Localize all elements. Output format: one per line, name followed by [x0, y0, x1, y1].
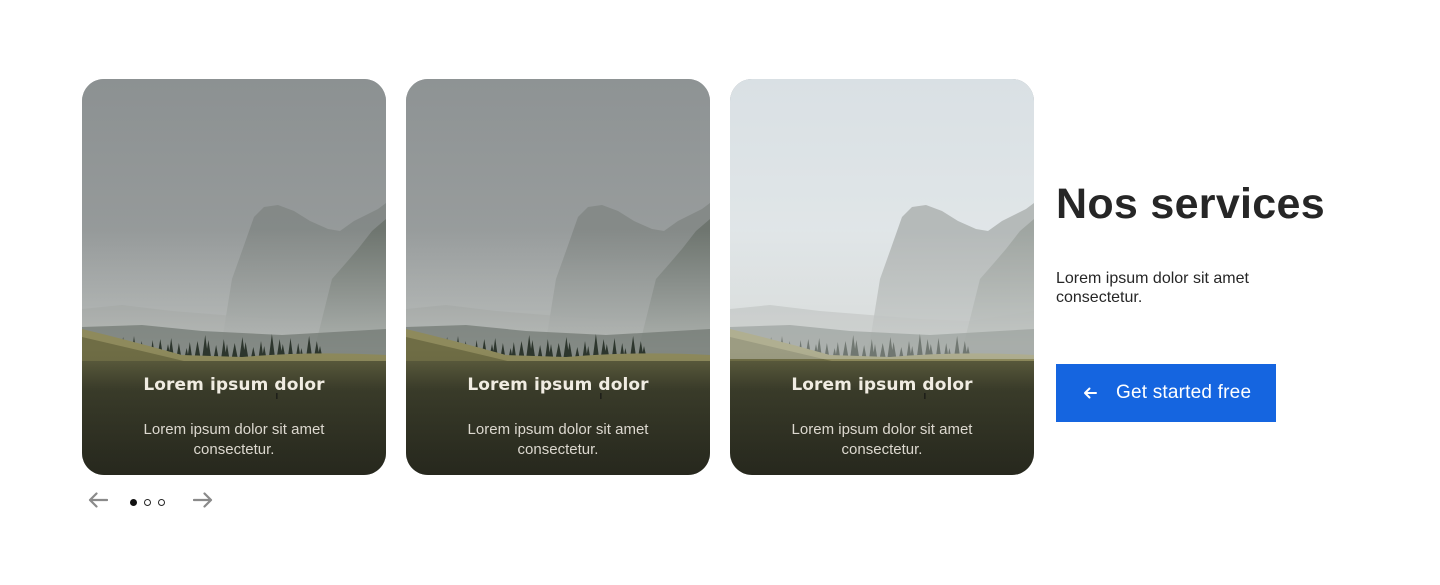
section-description: Lorem ipsum dolor sit amet consectetur.: [1056, 270, 1249, 306]
pagination-dot[interactable]: [144, 498, 151, 506]
carousel-next-button[interactable]: [191, 490, 215, 514]
service-card[interactable]: Lorem ipsum dolor Lorem ipsum dolor sit …: [406, 79, 710, 475]
arrow-left-icon: [1082, 385, 1098, 401]
pagination-dot[interactable]: [130, 498, 137, 506]
section-heading: Nos services: [1056, 180, 1325, 228]
card-overlay: [730, 79, 1034, 475]
card-description: Lorem ipsum dolor sit amet consectetur.: [143, 421, 325, 458]
carousel-controls: [86, 490, 215, 514]
service-card[interactable]: Lorem ipsum dolor Lorem ipsum dolor sit …: [730, 79, 1034, 475]
card-title: Lorem ipsum dolor: [467, 375, 649, 395]
arrow-left-icon: [88, 491, 109, 513]
carousel-prev-button[interactable]: [86, 490, 110, 514]
services-carousel: Lorem ipsum dolor Lorem ipsum dolor sit …: [82, 79, 1034, 475]
pagination-dot[interactable]: [158, 498, 165, 506]
service-card[interactable]: Lorem ipsum dolor Lorem ipsum dolor sit …: [82, 79, 386, 475]
get-started-button[interactable]: Get started free: [1056, 364, 1276, 422]
card-overlay: [82, 79, 386, 475]
card-title: Lorem ipsum dolor: [791, 375, 973, 395]
card-description: Lorem ipsum dolor sit amet consectetur.: [467, 421, 649, 458]
arrow-right-icon: [192, 491, 213, 513]
carousel-pagination: [130, 498, 165, 506]
get-started-label: Get started free: [1116, 382, 1252, 403]
card-title: Lorem ipsum dolor: [143, 375, 325, 395]
card-description: Lorem ipsum dolor sit amet consectetur.: [791, 421, 973, 458]
card-overlay: [406, 79, 710, 475]
